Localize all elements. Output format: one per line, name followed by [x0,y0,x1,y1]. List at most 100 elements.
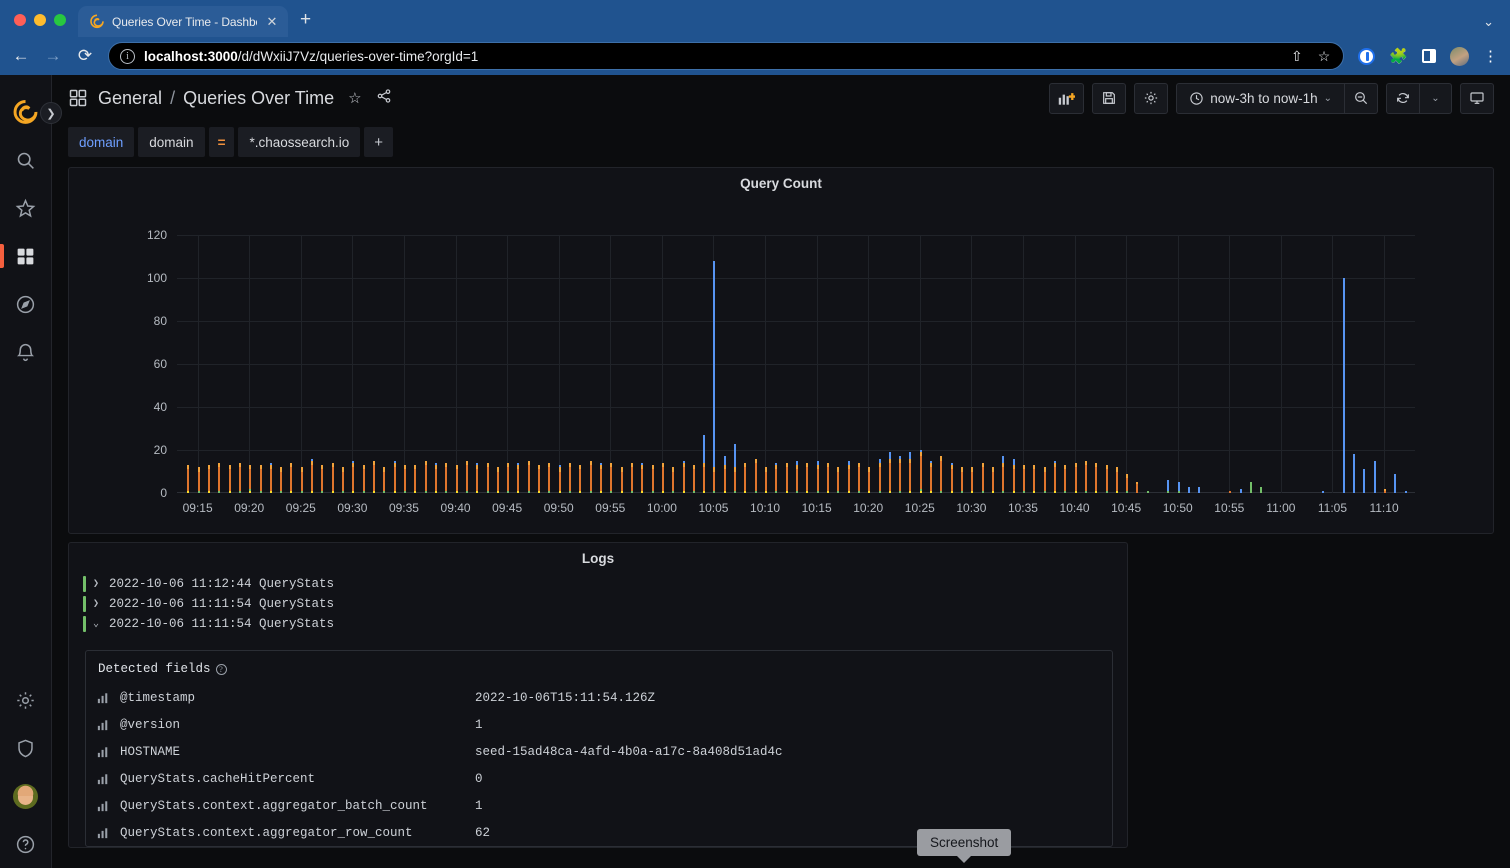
field-stats-icon[interactable] [86,827,120,839]
chart-bar[interactable] [414,465,416,493]
chart-bar[interactable] [796,461,798,493]
chart-bar[interactable] [487,463,489,493]
chart-bar[interactable] [992,467,994,493]
chart-bar[interactable] [394,461,396,493]
side-panel-icon[interactable] [1422,49,1436,63]
chart-bar[interactable] [775,463,777,493]
refresh-interval-dropdown[interactable]: ⌄ [1419,83,1452,114]
chart-bar[interactable] [1136,482,1138,493]
chevron-right-icon[interactable]: ❯ [93,578,102,590]
reload-button[interactable]: ⟳ [76,46,94,66]
field-stats-icon[interactable] [86,692,120,704]
chart-bar[interactable] [1085,461,1087,493]
chart-bar[interactable] [858,463,860,493]
chart-bar[interactable] [1075,463,1077,493]
chart-bar[interactable] [198,467,200,493]
chart-bar[interactable] [951,463,953,493]
chart-bar[interactable] [1188,487,1190,493]
chart-bar[interactable] [1013,459,1015,493]
add-filter-button[interactable]: + [364,127,393,157]
chart-bar[interactable] [1250,482,1252,493]
chart-bar[interactable] [920,450,922,493]
zoom-out-time-button[interactable] [1344,83,1378,114]
chevron-right-icon[interactable]: ❯ [93,598,102,610]
chart-bar[interactable] [218,463,220,493]
chart-bar[interactable] [940,456,942,493]
dashboard-settings-button[interactable] [1134,83,1168,114]
chart-bar[interactable] [1033,465,1035,493]
chart-bar[interactable] [1394,474,1396,493]
browser-tab[interactable]: Queries Over Time - Dashboard ✕ [78,6,288,37]
chart-bar[interactable] [270,463,272,493]
chart-bar[interactable] [786,463,788,493]
save-dashboard-button[interactable] [1092,83,1126,114]
chart-bar[interactable] [930,461,932,493]
browser-profile-avatar[interactable] [1450,47,1469,66]
bookmark-star-icon[interactable]: ☆ [1315,48,1334,65]
chart-bar[interactable] [260,465,262,493]
extensions-puzzle-icon[interactable]: 🧩 [1389,47,1408,65]
close-tab-button[interactable]: ✕ [264,14,280,30]
chart-bar[interactable] [879,459,881,493]
chart-bar[interactable] [559,465,561,493]
sidebar-item-dashboards[interactable] [0,232,52,280]
kiosk-mode-button[interactable] [1460,83,1494,114]
sidebar-item-server-admin[interactable] [0,724,52,772]
chart-bar[interactable] [404,465,406,493]
share-page-icon[interactable]: ⇧ [1288,48,1306,65]
chart-bar[interactable] [332,463,334,493]
chart-bar[interactable] [683,461,685,493]
close-window-button[interactable] [14,14,26,26]
chart-bar[interactable] [1095,463,1097,493]
chart-bar[interactable] [1240,489,1242,493]
chart-bar[interactable] [600,463,602,493]
filter-variable-key[interactable]: domain [68,127,134,157]
chart-bar[interactable] [425,461,427,493]
chart-bar[interactable] [982,463,984,493]
chart-bar[interactable] [961,467,963,493]
chart-bar[interactable] [290,463,292,493]
chart-bar[interactable] [373,461,375,493]
field-stats-icon[interactable] [86,800,120,812]
chart-bar[interactable] [342,467,344,493]
chart-bar[interactable] [734,444,736,493]
minimize-window-button[interactable] [34,14,46,26]
chart-bar[interactable] [817,461,819,493]
field-stats-icon[interactable] [86,746,120,758]
chart-bar[interactable] [868,467,870,493]
chart-bar[interactable] [517,463,519,493]
chart-bar[interactable] [971,467,973,493]
chart-bar[interactable] [713,261,715,493]
chart-bar[interactable] [703,435,705,493]
filter-field-name[interactable]: domain [138,127,204,157]
browser-menu-kebab-icon[interactable]: ⋮ [1483,49,1498,64]
chart-bar[interactable] [301,467,303,493]
chart-bar[interactable] [1054,461,1056,493]
chart-bar[interactable] [909,452,911,493]
chart-bar[interactable] [1322,491,1324,493]
chart-bar[interactable] [1353,454,1355,493]
chart-bar[interactable] [1064,465,1066,493]
chart-bar[interactable] [724,456,726,493]
chart-bar[interactable] [590,461,592,493]
chart-bar[interactable] [1002,456,1004,493]
chart-bar[interactable] [631,463,633,493]
info-icon[interactable]: ? [216,664,227,675]
new-tab-button[interactable]: + [300,9,311,37]
sidebar-item-help[interactable] [0,820,52,868]
chart-bar[interactable] [889,452,891,493]
share-dashboard-icon[interactable] [376,88,392,108]
chart-bar[interactable] [507,463,509,493]
time-range-picker[interactable]: now-3h to now-1h ⌄ [1176,83,1344,114]
chart-bar[interactable] [806,463,808,493]
chart-bar[interactable] [1106,465,1108,493]
chart-bar[interactable] [827,463,829,493]
chart-bar[interactable] [1116,467,1118,493]
sidebar-item-search[interactable] [0,136,52,184]
chart-bar[interactable] [352,461,354,493]
chart-bar[interactable] [744,463,746,493]
chart-bar[interactable] [1229,491,1231,493]
chart-bar[interactable] [548,463,550,493]
sidebar-item-alerting[interactable] [0,328,52,376]
chart-bar[interactable] [497,467,499,493]
